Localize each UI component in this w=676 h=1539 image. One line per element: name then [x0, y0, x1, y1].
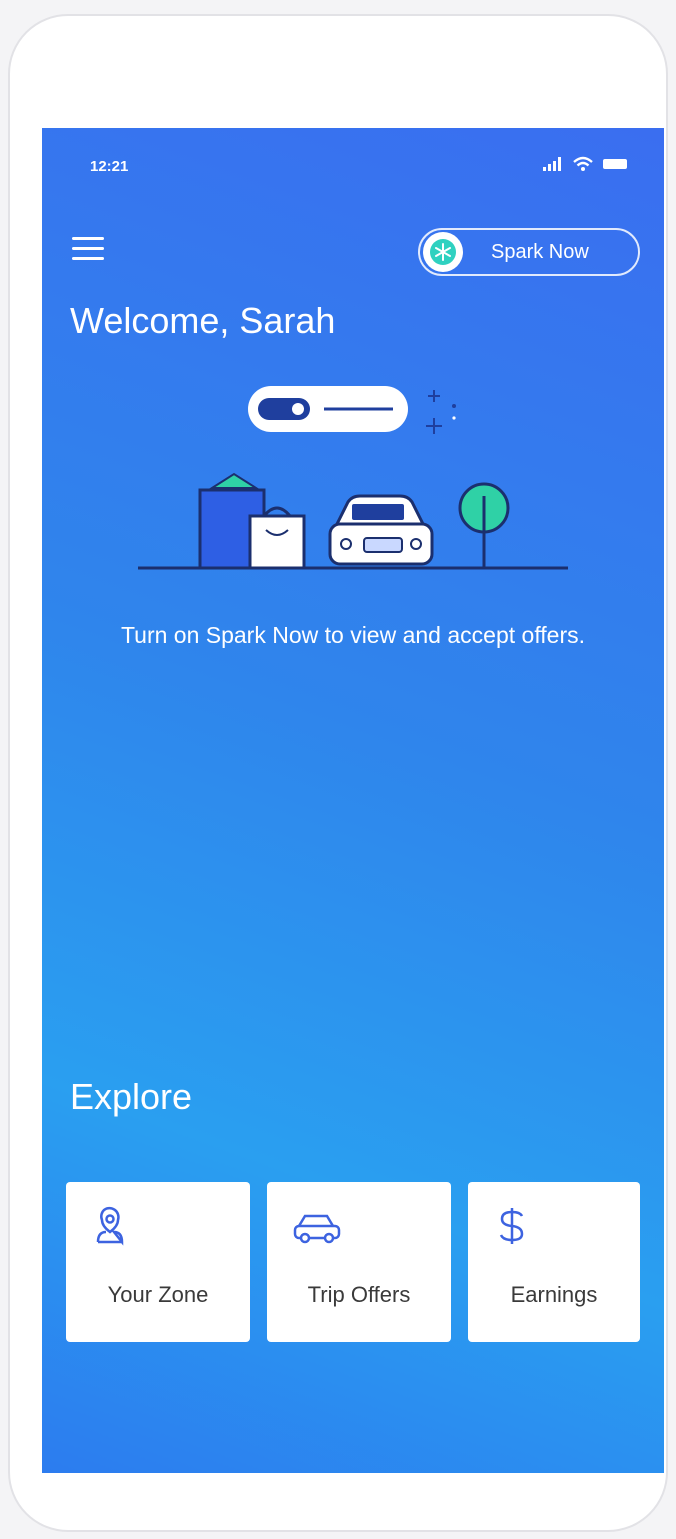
status-icons	[542, 156, 630, 172]
hamburger-menu-button[interactable]	[70, 234, 110, 264]
phone-frame: 12:21 Spark Now Welcome, Sarah Turn on S…	[8, 14, 668, 1532]
spark-now-prompt: Turn on Spark Now to view and accept off…	[120, 622, 586, 648]
dollar-icon	[499, 1208, 524, 1244]
your-zone-card[interactable]: Your Zone	[66, 1182, 250, 1342]
location-user-icon	[96, 1206, 124, 1246]
status-time: 12:21	[90, 158, 129, 175]
shopping-car-illustration	[138, 386, 568, 570]
welcome-title: Welcome, Sarah	[70, 300, 336, 341]
hamburger-icon	[72, 237, 104, 260]
trip-offers-card[interactable]: Trip Offers	[267, 1182, 451, 1342]
earnings-card[interactable]: Earnings	[468, 1182, 640, 1342]
explore-heading: Explore	[70, 1076, 193, 1117]
earnings-label: Earnings	[510, 1282, 598, 1307]
battery-icon	[603, 159, 627, 169]
trip-offers-label: Trip Offers	[307, 1282, 411, 1307]
signal-icon	[543, 157, 561, 171]
wifi-icon	[573, 156, 593, 171]
spark-icon	[430, 239, 456, 265]
app-screen: 12:21 Spark Now Welcome, Sarah Turn on S…	[42, 128, 664, 1473]
spark-icon-container	[423, 232, 463, 272]
spark-now-label: Spark Now	[491, 240, 589, 263]
car-icon	[293, 1214, 341, 1244]
your-zone-label: Your Zone	[107, 1282, 209, 1307]
spark-now-toggle-button[interactable]: Spark Now	[418, 228, 640, 276]
